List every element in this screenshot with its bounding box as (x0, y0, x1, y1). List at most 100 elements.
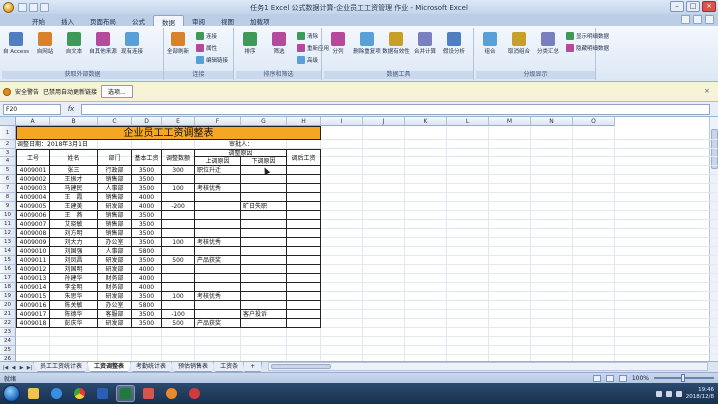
row-header[interactable]: 23 (0, 328, 16, 337)
cell-id[interactable]: 4009008 (16, 229, 50, 238)
cell-up[interactable]: 考核优秀 (195, 238, 241, 247)
cell-base[interactable]: 4000 (132, 283, 162, 292)
cell-after[interactable] (287, 211, 321, 220)
cell-name[interactable]: 刘国明 (50, 265, 98, 274)
cell-id[interactable]: 4009011 (16, 256, 50, 265)
cell-after[interactable] (287, 256, 321, 265)
ribbon-small-button-1-1[interactable]: 属性 (196, 44, 217, 52)
minimize-button[interactable]: – (670, 1, 684, 12)
help-icon[interactable] (681, 15, 690, 24)
column-header[interactable]: K (405, 117, 447, 126)
cell-up[interactable]: 考核优秀 (195, 292, 241, 301)
cell-after[interactable] (287, 301, 321, 310)
column-header[interactable]: D (132, 117, 162, 126)
cell-down[interactable] (241, 301, 287, 310)
vertical-scrollbar[interactable] (709, 117, 718, 361)
ribbon-button-0-0[interactable]: 自 Access (3, 32, 29, 55)
cell-adjust[interactable] (162, 229, 195, 238)
header-reason-up[interactable]: 上调原因 (195, 157, 241, 166)
row-header[interactable]: 24 (0, 337, 16, 346)
date-label[interactable]: 调整日期：2018年3月1日 (16, 140, 132, 149)
taskbar-excel[interactable] (116, 385, 135, 402)
cell-id[interactable]: 4009017 (16, 310, 50, 319)
approver-label[interactable]: 审批人： (195, 140, 287, 149)
cell-up[interactable] (195, 220, 241, 229)
cell-after[interactable] (287, 229, 321, 238)
cell-dept[interactable]: 研发部 (98, 292, 132, 301)
cell-base[interactable]: 3500 (132, 319, 162, 328)
cell-down[interactable] (241, 256, 287, 265)
cell-up[interactable]: 产品获奖 (195, 319, 241, 328)
cell-adjust[interactable]: 300 (162, 166, 195, 175)
cell-adjust[interactable]: -100 (162, 310, 195, 319)
tab-2[interactable]: 页面布局 (82, 15, 124, 26)
cell-base[interactable]: 5800 (132, 301, 162, 310)
cell-up[interactable] (195, 283, 241, 292)
name-box[interactable]: F20 (3, 103, 61, 115)
tab-7[interactable]: 加载项 (242, 15, 278, 26)
cell-dept[interactable]: 销售部 (98, 193, 132, 202)
cell-dept[interactable]: 财务部 (98, 274, 132, 283)
normal-view-button[interactable] (592, 374, 601, 382)
formula-input[interactable] (81, 103, 710, 115)
ribbon-close-icon[interactable] (705, 15, 714, 24)
cell-name[interactable]: 刘方明 (50, 229, 98, 238)
vertical-scroll-thumb[interactable] (711, 129, 718, 169)
cell-name[interactable]: 王 霞 (50, 193, 98, 202)
cell-adjust[interactable]: 100 (162, 238, 195, 247)
cell-id[interactable]: 4009014 (16, 283, 50, 292)
row-header[interactable]: 12 (0, 229, 16, 238)
cell-up[interactable] (195, 202, 241, 211)
row-header[interactable]: 18 (0, 283, 16, 292)
column-header[interactable]: J (363, 117, 405, 126)
cell-base[interactable]: 3500 (132, 166, 162, 175)
cell-dept[interactable]: 行政部 (98, 166, 132, 175)
cell-after[interactable] (287, 247, 321, 256)
ribbon-button-0-4[interactable]: 现有连接 (121, 32, 143, 55)
cell-down[interactable]: 旷日失职 (241, 202, 287, 211)
cell-after[interactable] (287, 292, 321, 301)
cell-down[interactable] (241, 193, 287, 202)
cell-down[interactable] (241, 283, 287, 292)
cell-name[interactable]: 刘大力 (50, 238, 98, 247)
cell-after[interactable] (287, 193, 321, 202)
last-sheet-icon[interactable]: ▶| (26, 364, 33, 372)
cell-dept[interactable]: 销售部 (98, 229, 132, 238)
cell-dept[interactable]: 客服部 (98, 310, 132, 319)
ribbon-button-3-3[interactable]: 合并计算 (414, 32, 436, 55)
cell-after[interactable] (287, 202, 321, 211)
column-header[interactable]: C (98, 117, 132, 126)
maximize-button[interactable]: □ (686, 1, 700, 12)
tray-icon[interactable] (655, 390, 662, 397)
cell-name[interactable]: 陈德华 (50, 310, 98, 319)
ribbon-button-4-0[interactable]: 组合 (479, 32, 501, 55)
cell-name[interactable]: 王建美 (50, 202, 98, 211)
cell-up[interactable] (195, 310, 241, 319)
sheet-tab-1[interactable]: 工资调整表 (87, 362, 132, 372)
row-header[interactable]: 5 (0, 166, 16, 175)
cell-name[interactable]: 王 燕 (50, 211, 98, 220)
cell-down[interactable]: 客户投诉 (241, 310, 287, 319)
cell-base[interactable]: 3500 (132, 310, 162, 319)
cell-adjust[interactable] (162, 175, 195, 184)
cell-base[interactable]: 4000 (132, 265, 162, 274)
ribbon-button-0-3[interactable]: 自其他来源 (89, 32, 117, 55)
tab-5[interactable]: 审阅 (184, 15, 213, 26)
cell-dept[interactable]: 人事部 (98, 184, 132, 193)
cell-id[interactable]: 4009001 (16, 166, 50, 175)
cell-up[interactable] (195, 301, 241, 310)
zoom-level[interactable]: 100% (632, 375, 649, 382)
page-layout-view-button[interactable] (605, 374, 614, 382)
cell-up[interactable]: 产品获奖 (195, 256, 241, 265)
cell-down[interactable] (241, 184, 287, 193)
cell-id[interactable]: 4009012 (16, 265, 50, 274)
cell-after[interactable] (287, 274, 321, 283)
cell-name[interactable]: 刘凤昌 (50, 256, 98, 265)
row-header[interactable]: 22 (0, 319, 16, 328)
cell-adjust[interactable]: 100 (162, 184, 195, 193)
cell-base[interactable]: 3500 (132, 211, 162, 220)
tab-6[interactable]: 视图 (213, 15, 242, 26)
cell-adjust[interactable]: 100 (162, 292, 195, 301)
taskbar-chrome[interactable] (70, 385, 89, 402)
cell-down[interactable] (241, 292, 287, 301)
